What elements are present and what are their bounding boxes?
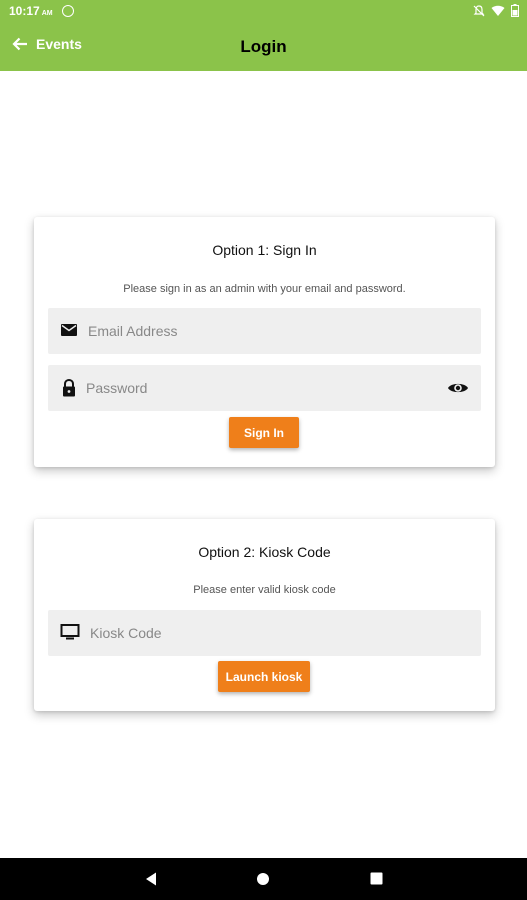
status-icons xyxy=(473,4,519,17)
page-title: Login xyxy=(240,37,287,56)
email-field[interactable] xyxy=(48,308,481,354)
status-time-value: 10:17 xyxy=(9,4,40,18)
sign-in-card: Option 1: Sign In Please sign in as an a… xyxy=(34,217,495,467)
status-bar: 10:17 AM xyxy=(0,0,527,24)
sign-in-card-subtitle: Please sign in as an admin with your ema… xyxy=(123,283,406,295)
app-bar: Events Login xyxy=(0,24,527,71)
password-field[interactable] xyxy=(48,365,481,411)
password-input[interactable] xyxy=(86,365,426,411)
battery-icon xyxy=(511,4,519,17)
status-ampm: AM xyxy=(41,10,53,17)
kiosk-card-subtitle: Please enter valid kiosk code xyxy=(193,584,336,596)
sign-in-card-title: Option 1: Sign In xyxy=(212,242,317,258)
nav-back-icon[interactable] xyxy=(144,871,158,887)
kiosk-card: Option 2: Kiosk Code Please enter valid … xyxy=(34,519,495,711)
lock-icon xyxy=(63,378,75,397)
launch-kiosk-button[interactable]: Launch kiosk xyxy=(218,661,310,692)
kiosk-code-field[interactable] xyxy=(48,610,481,656)
monitor-icon xyxy=(60,624,80,640)
mail-icon xyxy=(61,324,77,336)
sign-in-button[interactable]: Sign In xyxy=(229,417,299,448)
sync-status-icon xyxy=(62,5,74,17)
kiosk-card-title: Option 2: Kiosk Code xyxy=(198,544,331,560)
notifications-off-icon xyxy=(473,4,485,16)
nav-recents-icon[interactable] xyxy=(370,872,383,885)
status-time: 10:17 AM xyxy=(9,4,53,18)
nav-home-icon[interactable] xyxy=(256,872,270,886)
wifi-icon xyxy=(491,5,505,16)
kiosk-code-input[interactable] xyxy=(90,610,430,656)
system-nav-bar xyxy=(0,858,527,900)
eye-icon[interactable] xyxy=(447,378,469,398)
email-input[interactable] xyxy=(88,308,428,354)
